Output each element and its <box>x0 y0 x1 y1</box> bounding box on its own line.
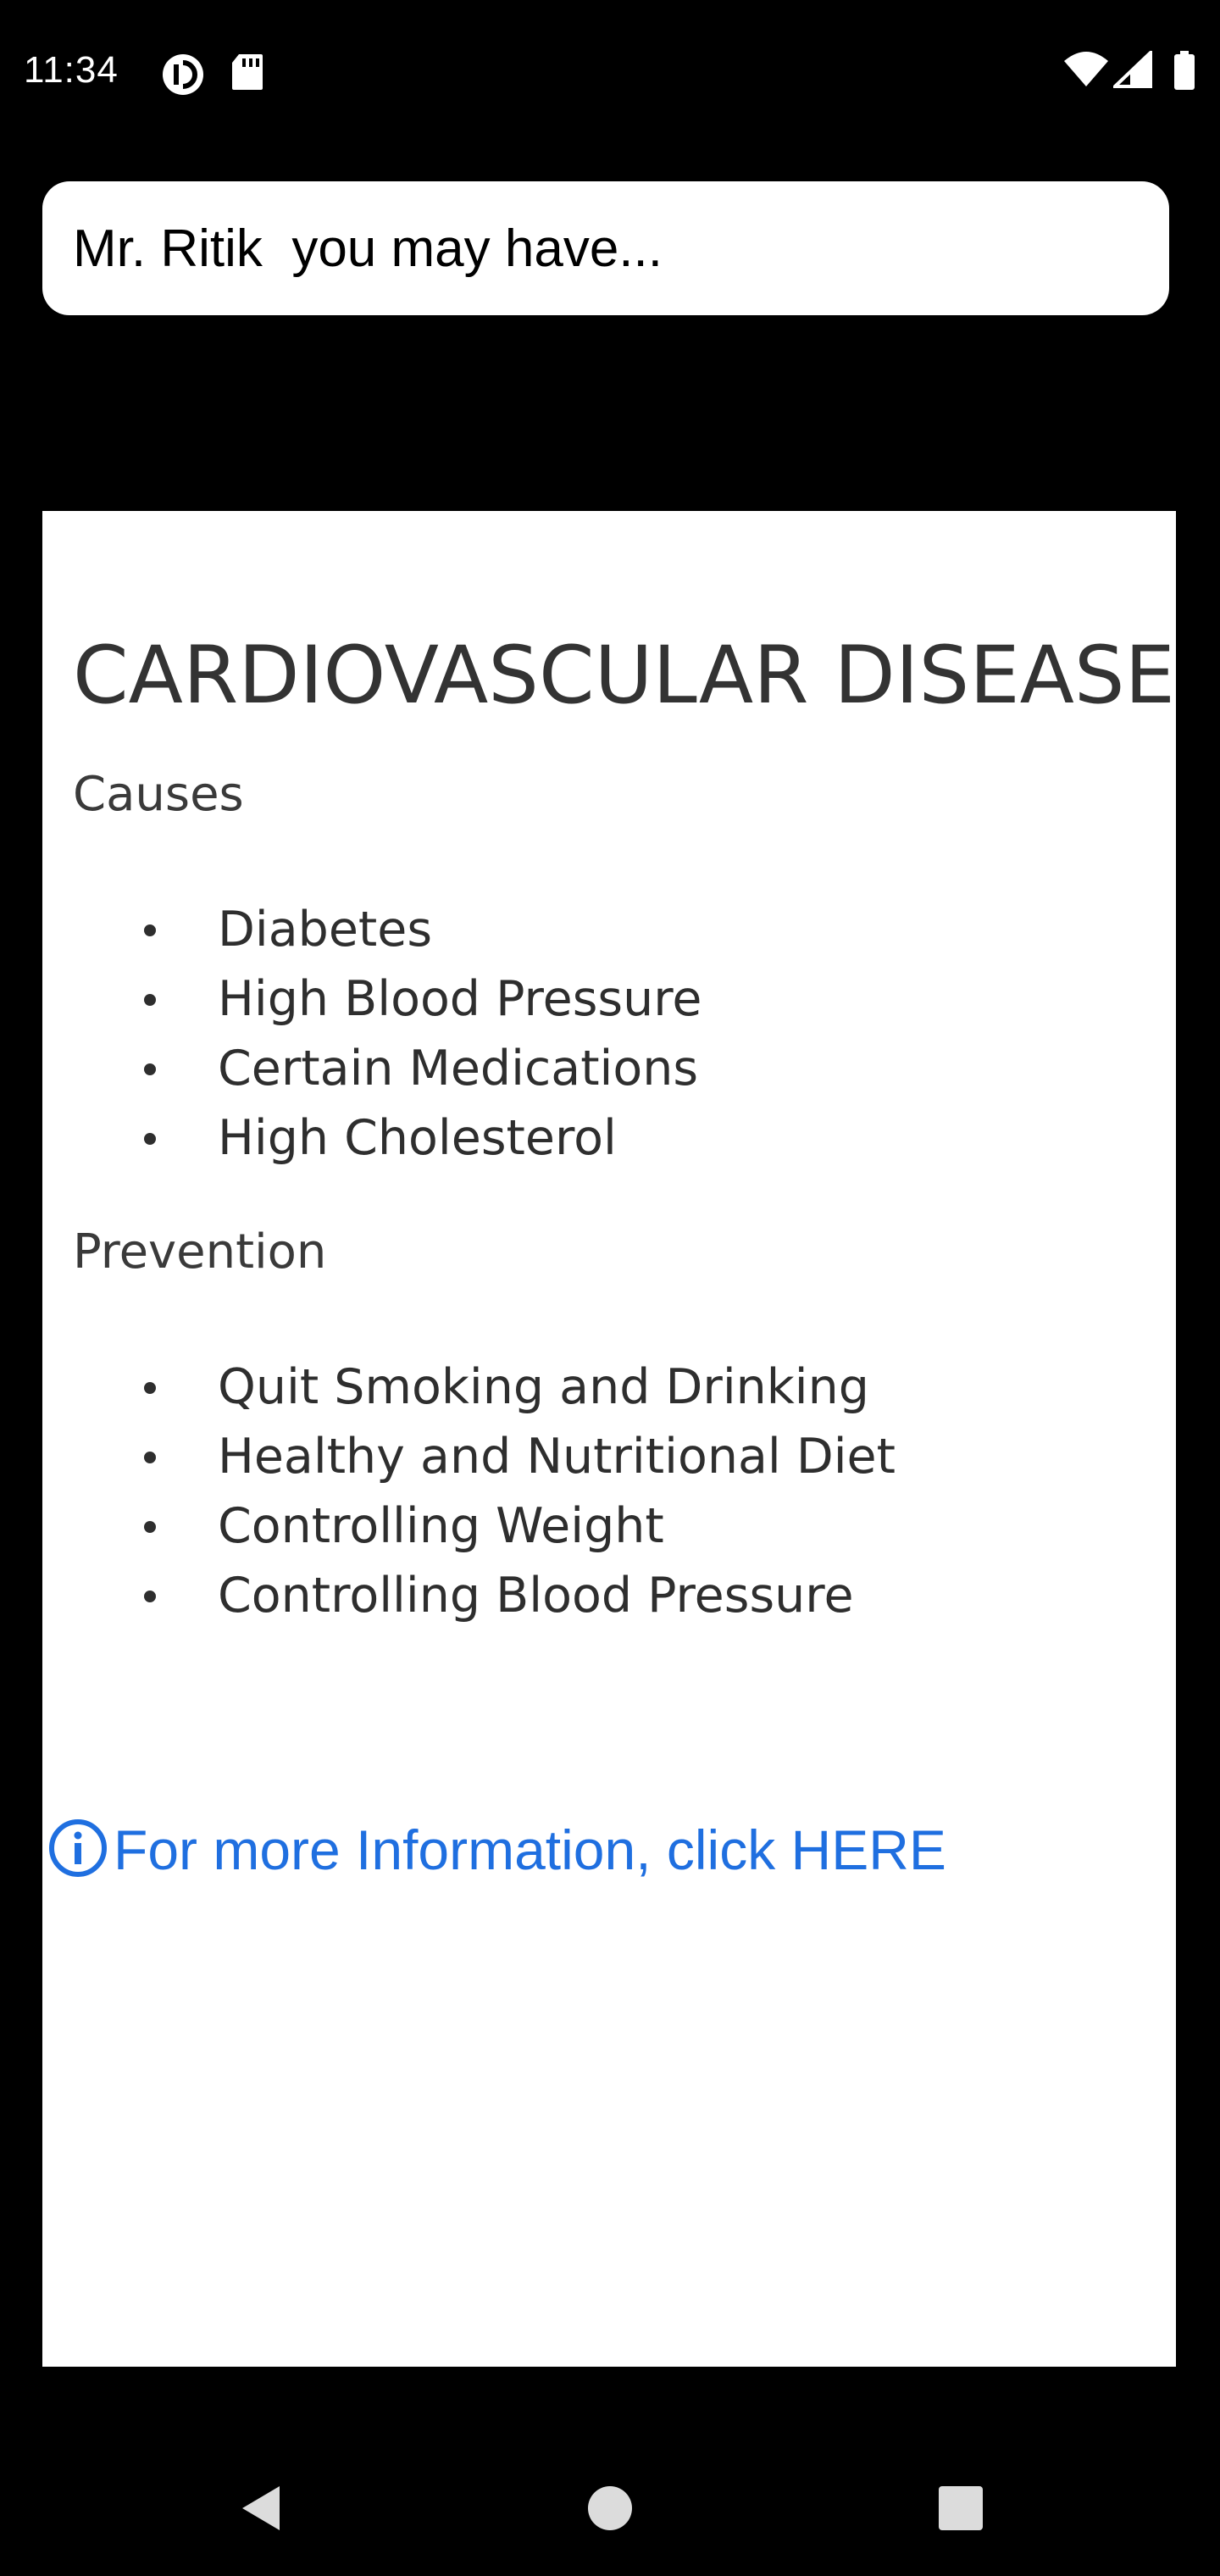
list-item: Controlling Weight <box>42 1491 896 1561</box>
list-item: Healthy and Nutritional Diet <box>42 1422 896 1491</box>
diagnosis-message: Mr. Ritik you may have... <box>73 219 663 278</box>
status-time: 11:34 <box>24 49 119 91</box>
recents-icon[interactable] <box>927 2474 995 2542</box>
list-item: Diabetes <box>42 895 702 964</box>
bullet-icon <box>144 1133 156 1145</box>
diagnosis-message-card: Mr. Ritik you may have... <box>42 181 1169 315</box>
list-item: High Blood Pressure <box>42 964 702 1034</box>
disease-title: CARDIOVASCULAR DISEASE <box>73 630 1175 722</box>
bullet-icon <box>144 994 156 1006</box>
bullet-icon <box>144 1452 156 1463</box>
navigation-bar <box>0 2432 1220 2576</box>
list-item: Quit Smoking and Drinking <box>42 1352 896 1422</box>
status-bar: 11:34 <box>0 0 1220 144</box>
bullet-icon <box>144 1063 156 1075</box>
cell-signal-icon <box>1111 48 1152 92</box>
causes-heading: Causes <box>73 767 244 822</box>
bullet-icon <box>144 1382 156 1394</box>
sync-icon <box>161 53 205 101</box>
list-item: Certain Medications <box>42 1034 702 1103</box>
bullet-icon <box>144 924 156 936</box>
bullet-icon <box>144 1521 156 1533</box>
more-info-label[interactable]: For more Information, click HERE <box>114 1818 946 1882</box>
more-info-link[interactable]: For more Information, click HERE <box>47 1812 946 1888</box>
sd-card-icon <box>230 53 264 96</box>
info-icon <box>47 1818 108 1883</box>
wifi-icon <box>1062 51 1110 92</box>
back-icon[interactable] <box>229 2474 297 2542</box>
bullet-icon <box>144 1591 156 1602</box>
disease-info-panel: CARDIOVASCULAR DISEASE Causes Diabetes H… <box>42 511 1176 2367</box>
list-item: Controlling Blood Pressure <box>42 1561 896 1630</box>
prevention-list: Quit Smoking and Drinking Healthy and Nu… <box>42 1352 896 1630</box>
prevention-heading: Prevention <box>73 1224 327 1280</box>
battery-icon <box>1173 51 1196 94</box>
list-item: High Cholesterol <box>42 1103 702 1173</box>
causes-list: Diabetes High Blood Pressure Certain Med… <box>42 895 702 1173</box>
home-icon[interactable] <box>576 2474 644 2542</box>
